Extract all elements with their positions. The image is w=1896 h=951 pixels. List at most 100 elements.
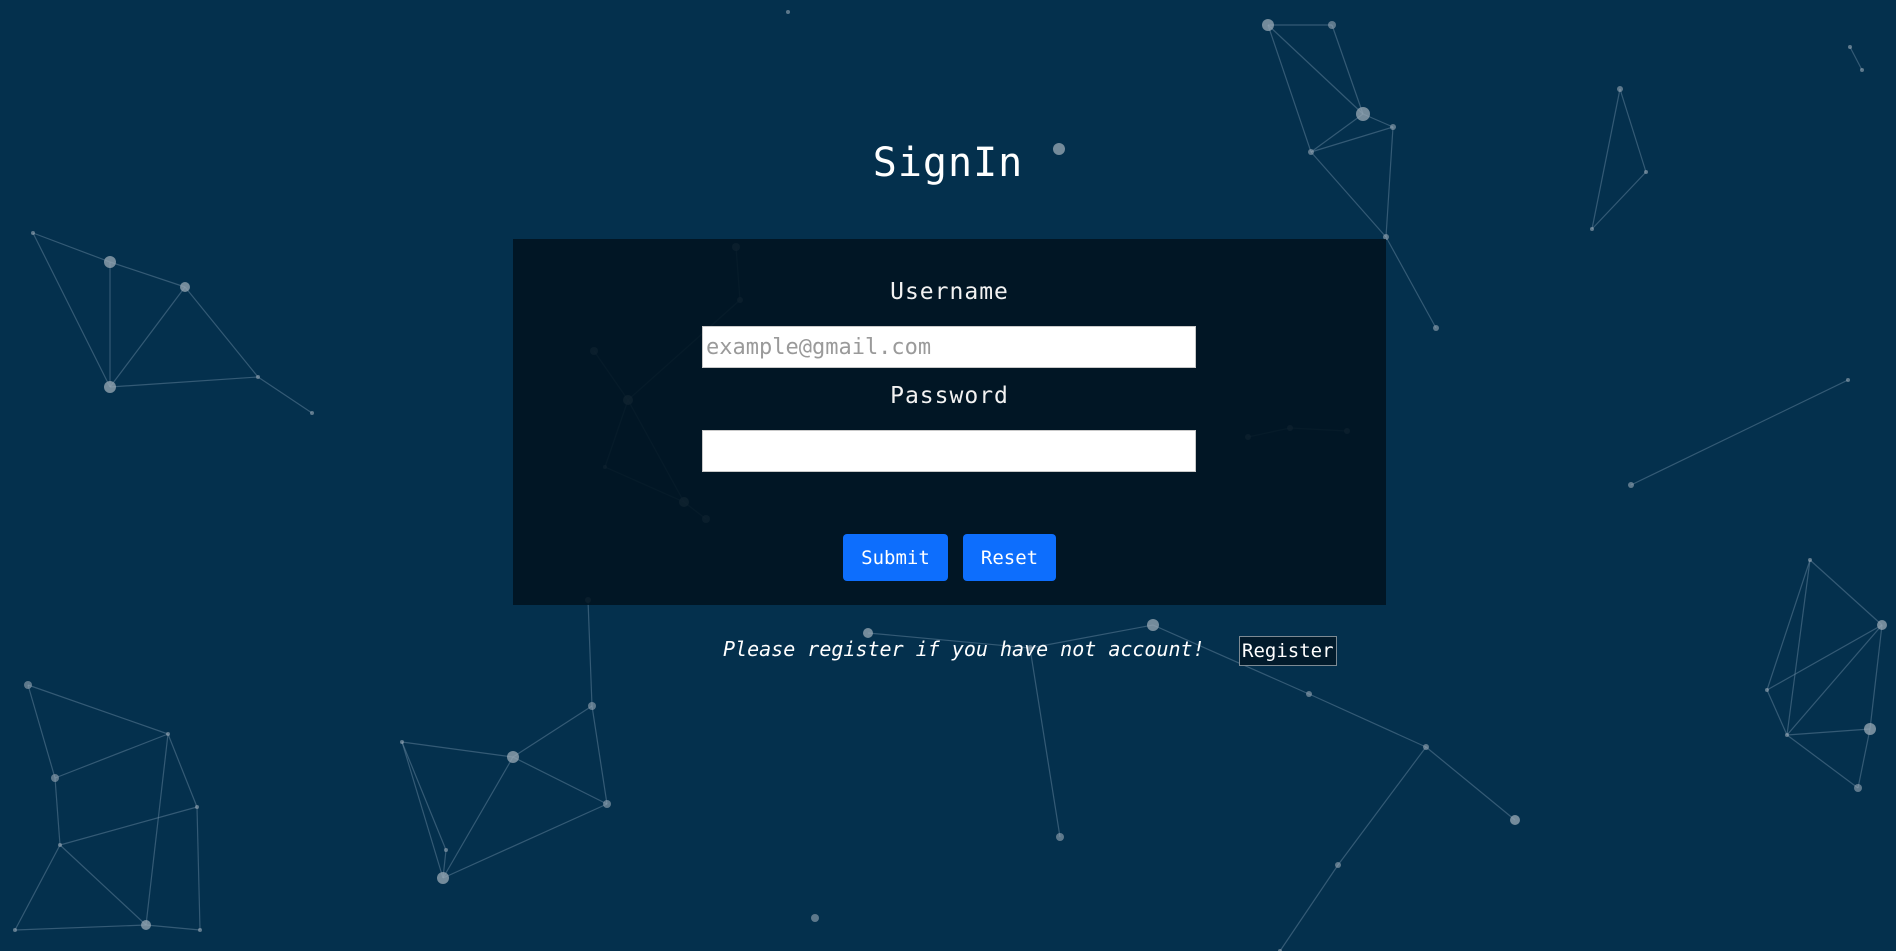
network-dot (1860, 68, 1864, 72)
network-dot (166, 732, 170, 736)
network-dot (507, 751, 519, 763)
network-dot (1423, 744, 1429, 750)
network-line (1766, 624, 1883, 691)
network-dot (104, 381, 116, 393)
network-dot (437, 872, 449, 884)
network-dot (1433, 325, 1439, 331)
username-input[interactable] (702, 326, 1196, 368)
network-dot (1056, 833, 1064, 841)
network-line (1786, 559, 1811, 736)
network-line (1849, 46, 1863, 71)
network-line (109, 376, 259, 388)
network-dot (1306, 691, 1312, 697)
network-dot (1335, 862, 1341, 868)
network-dot (198, 928, 202, 932)
reset-button[interactable]: Reset (963, 534, 1056, 581)
network-line (196, 806, 201, 931)
network-line (1786, 624, 1883, 736)
network-line (591, 705, 608, 805)
page-title: SignIn (872, 140, 1024, 186)
network-line (1267, 24, 1364, 115)
network-line (1766, 689, 1788, 736)
network-dot (1510, 815, 1520, 825)
network-dot (1848, 45, 1852, 49)
network-dot (1864, 723, 1876, 735)
network-dot (786, 10, 790, 14)
network-line (109, 261, 186, 288)
network-dot (1590, 227, 1594, 231)
network-dot (58, 843, 62, 847)
network-dot (1628, 482, 1634, 488)
network-line (401, 741, 444, 879)
network-dot (1877, 620, 1887, 630)
password-input[interactable] (702, 430, 1196, 472)
network-dot (256, 375, 260, 379)
network-line (401, 741, 447, 851)
network-line (1786, 728, 1871, 736)
network-dot (603, 800, 611, 808)
network-line (1385, 236, 1437, 329)
network-line (32, 232, 111, 388)
network-dot (1328, 21, 1336, 29)
network-line (1766, 559, 1811, 691)
network-dot (444, 848, 448, 852)
network-line (442, 756, 514, 879)
network-line (59, 806, 198, 846)
network-line (59, 844, 147, 926)
network-line (1279, 864, 1339, 951)
network-dot (588, 702, 596, 710)
network-line (1029, 647, 1061, 838)
network-line (512, 756, 608, 805)
network-dot (1617, 86, 1623, 92)
network-line (401, 741, 514, 758)
network-dot (24, 681, 32, 689)
network-line (1267, 24, 1312, 153)
network-dot (51, 774, 59, 782)
network-dot (195, 805, 199, 809)
network-line (1308, 693, 1427, 748)
network-dot (13, 928, 17, 932)
network-dot (811, 914, 819, 922)
network-dot (31, 231, 35, 235)
network-line (1857, 728, 1871, 789)
network-line (14, 844, 61, 931)
network-line (1809, 559, 1883, 626)
network-dot (141, 920, 151, 930)
network-line (257, 376, 313, 414)
network-dot (1390, 124, 1396, 130)
network-dot (1262, 19, 1274, 31)
network-dot (180, 282, 190, 292)
network-line (1425, 746, 1516, 821)
network-dot (1765, 688, 1769, 692)
network-line (184, 286, 259, 378)
network-dot (400, 740, 404, 744)
network-line (1869, 624, 1883, 730)
network-dot (1808, 558, 1812, 562)
username-label: Username (890, 279, 1009, 305)
network-line (167, 733, 198, 808)
network-dot (1785, 733, 1789, 737)
network-line (1337, 746, 1427, 866)
network-line (1786, 734, 1859, 789)
login-form: Username Password Submit Reset (513, 239, 1386, 605)
submit-button[interactable]: Submit (843, 534, 948, 581)
network-line (145, 733, 169, 926)
network-line (145, 924, 201, 931)
register-prompt: Please register if you have not account! (723, 637, 1205, 661)
register-button[interactable]: Register (1239, 636, 1337, 666)
network-line (1630, 379, 1849, 486)
network-dot (310, 411, 314, 415)
network-dot (1147, 619, 1159, 631)
network-line (32, 232, 111, 263)
network-dot (1854, 784, 1862, 792)
network-dot (1356, 107, 1370, 121)
network-line (14, 924, 147, 931)
network-line (54, 733, 169, 779)
network-line (512, 705, 593, 758)
network-line (27, 684, 169, 735)
network-line (27, 684, 56, 779)
network-line (1331, 24, 1364, 115)
network-dot (104, 256, 116, 268)
password-label: Password (890, 383, 1009, 409)
network-line (442, 803, 608, 879)
